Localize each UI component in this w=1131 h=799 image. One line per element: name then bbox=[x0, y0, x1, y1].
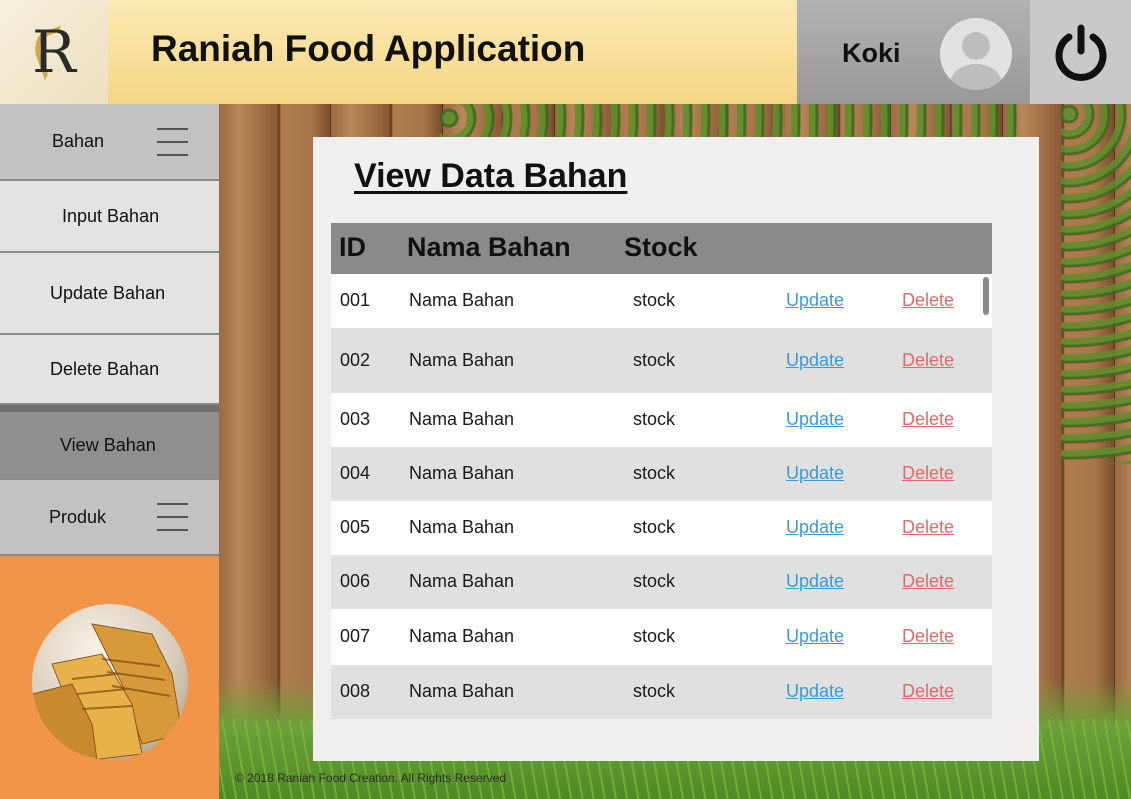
scrollbar-thumb[interactable] bbox=[983, 277, 989, 315]
cell-stock: stock bbox=[633, 409, 676, 429]
vines-decoration bbox=[439, 104, 1019, 138]
column-header-nama-bahan: Nama Bahan bbox=[407, 232, 571, 262]
cell-stock: stock bbox=[633, 626, 676, 646]
cell-id: 007 bbox=[340, 626, 371, 646]
table-row: 006 Nama Bahan stock Update Delete bbox=[331, 555, 992, 609]
sidebar-item-label: Produk bbox=[49, 506, 107, 527]
cell-stock: stock bbox=[633, 517, 676, 537]
delete-link[interactable]: Delete bbox=[902, 350, 954, 371]
delete-link[interactable]: Delete bbox=[902, 571, 954, 592]
user-bar: Koki bbox=[797, 0, 1030, 104]
update-link[interactable]: Update bbox=[786, 409, 844, 430]
cell-id: 008 bbox=[340, 681, 371, 701]
avatar-icon[interactable] bbox=[940, 18, 1012, 90]
cell-id: 001 bbox=[340, 290, 371, 310]
sidebar-item-label: View Bahan bbox=[60, 434, 156, 455]
page-title: View Data Bahan bbox=[354, 157, 628, 195]
cell-nama-bahan: Nama Bahan bbox=[409, 463, 515, 483]
table-row: 001 Nama Bahan stock Update Delete bbox=[331, 274, 992, 328]
table-body: 001 Nama Bahan stock Update Delete 002 Nama Ba… bbox=[331, 274, 992, 719]
cell-stock: stock bbox=[633, 463, 676, 483]
hamburger-icon[interactable] bbox=[157, 503, 188, 531]
delete-link[interactable]: Delete bbox=[902, 681, 954, 702]
sidebar-item-input-bahan[interactable]: Input Bahan bbox=[0, 181, 219, 253]
delete-link[interactable]: Delete bbox=[902, 409, 954, 430]
data-table: ID Nama Bahan Stock 001 Nama Bahan stock Up… bbox=[331, 223, 992, 719]
sidebar-item-bahan[interactable]: Bahan bbox=[0, 104, 219, 181]
cell-nama-bahan: Nama Bahan bbox=[409, 626, 515, 646]
table-row: 008 Nama Bahan stock Update Delete bbox=[331, 665, 992, 719]
cell-stock: stock bbox=[633, 290, 676, 310]
update-link[interactable]: Update bbox=[786, 517, 844, 538]
food-image bbox=[32, 604, 188, 760]
cell-stock: stock bbox=[633, 350, 676, 370]
cell-id: 006 bbox=[340, 571, 371, 591]
cell-stock: stock bbox=[633, 571, 676, 591]
table-row: 002 Nama Bahan stock Update Delete bbox=[331, 328, 992, 393]
app-title: Raniah Food Application bbox=[151, 28, 586, 69]
sidebar-divider bbox=[0, 405, 219, 412]
delete-link[interactable]: Delete bbox=[902, 463, 954, 484]
vines-decoration bbox=[1061, 104, 1131, 464]
table-header: ID Nama Bahan Stock bbox=[331, 223, 992, 274]
cell-nama-bahan: Nama Bahan bbox=[409, 290, 515, 310]
delete-link[interactable]: Delete bbox=[902, 626, 954, 647]
sidebar-item-label: Input Bahan bbox=[62, 205, 160, 226]
logout-button[interactable] bbox=[1030, 0, 1131, 104]
copyright-text: © 2018 Raniah Food Creation. All Rights … bbox=[235, 771, 506, 785]
column-header-stock: Stock bbox=[624, 232, 698, 262]
delete-link[interactable]: Delete bbox=[902, 290, 954, 311]
hamburger-icon[interactable] bbox=[157, 127, 188, 156]
avatar-body bbox=[950, 64, 1002, 90]
cell-nama-bahan: Nama Bahan bbox=[409, 571, 515, 591]
table-row: 003 Nama Bahan stock Update Delete bbox=[331, 393, 992, 447]
update-link[interactable]: Update bbox=[786, 350, 844, 371]
sidebar-item-update-bahan[interactable]: Update Bahan bbox=[0, 253, 219, 335]
update-link[interactable]: Update bbox=[786, 463, 844, 484]
cell-id: 002 bbox=[340, 350, 371, 370]
cell-id: 003 bbox=[340, 409, 371, 429]
sidebar-item-label: Delete Bahan bbox=[50, 358, 160, 379]
table-row: 005 Nama Bahan stock Update Delete bbox=[331, 501, 992, 555]
update-link[interactable]: Update bbox=[786, 681, 844, 702]
cell-nama-bahan: Nama Bahan bbox=[409, 350, 515, 370]
sidebar-item-view-bahan[interactable]: View Bahan bbox=[0, 412, 219, 480]
cell-nama-bahan: Nama Bahan bbox=[409, 681, 515, 701]
user-name: Koki bbox=[842, 38, 901, 68]
app-logo: R bbox=[0, 0, 108, 104]
cake-icon bbox=[32, 623, 183, 760]
sidebar-item-produk[interactable]: Produk bbox=[0, 480, 219, 556]
title-bar: Raniah Food Application bbox=[108, 0, 797, 104]
cell-nama-bahan: Nama Bahan bbox=[409, 517, 515, 537]
cell-id: 004 bbox=[340, 463, 371, 483]
table-row: 004 Nama Bahan stock Update Delete bbox=[331, 447, 992, 501]
cell-id: 005 bbox=[340, 517, 371, 537]
avatar-head bbox=[962, 32, 990, 60]
cell-stock: stock bbox=[633, 681, 676, 701]
power-icon bbox=[1055, 24, 1106, 81]
update-link[interactable]: Update bbox=[786, 290, 844, 311]
column-header-id: ID bbox=[339, 232, 366, 262]
sidebar-item-label: Update Bahan bbox=[50, 282, 166, 303]
table-row: 007 Nama Bahan stock Update Delete bbox=[331, 609, 992, 665]
logo-icon: R bbox=[32, 18, 76, 86]
update-link[interactable]: Update bbox=[786, 626, 844, 647]
cell-nama-bahan: Nama Bahan bbox=[409, 409, 515, 429]
sidebar-item-label: Bahan bbox=[52, 131, 105, 151]
content-panel: View Data Bahan ID Nama Bahan Stock 001 N… bbox=[313, 137, 1039, 761]
update-link[interactable]: Update bbox=[786, 571, 844, 592]
sidebar-item-delete-bahan[interactable]: Delete Bahan bbox=[0, 335, 219, 405]
delete-link[interactable]: Delete bbox=[902, 517, 954, 538]
